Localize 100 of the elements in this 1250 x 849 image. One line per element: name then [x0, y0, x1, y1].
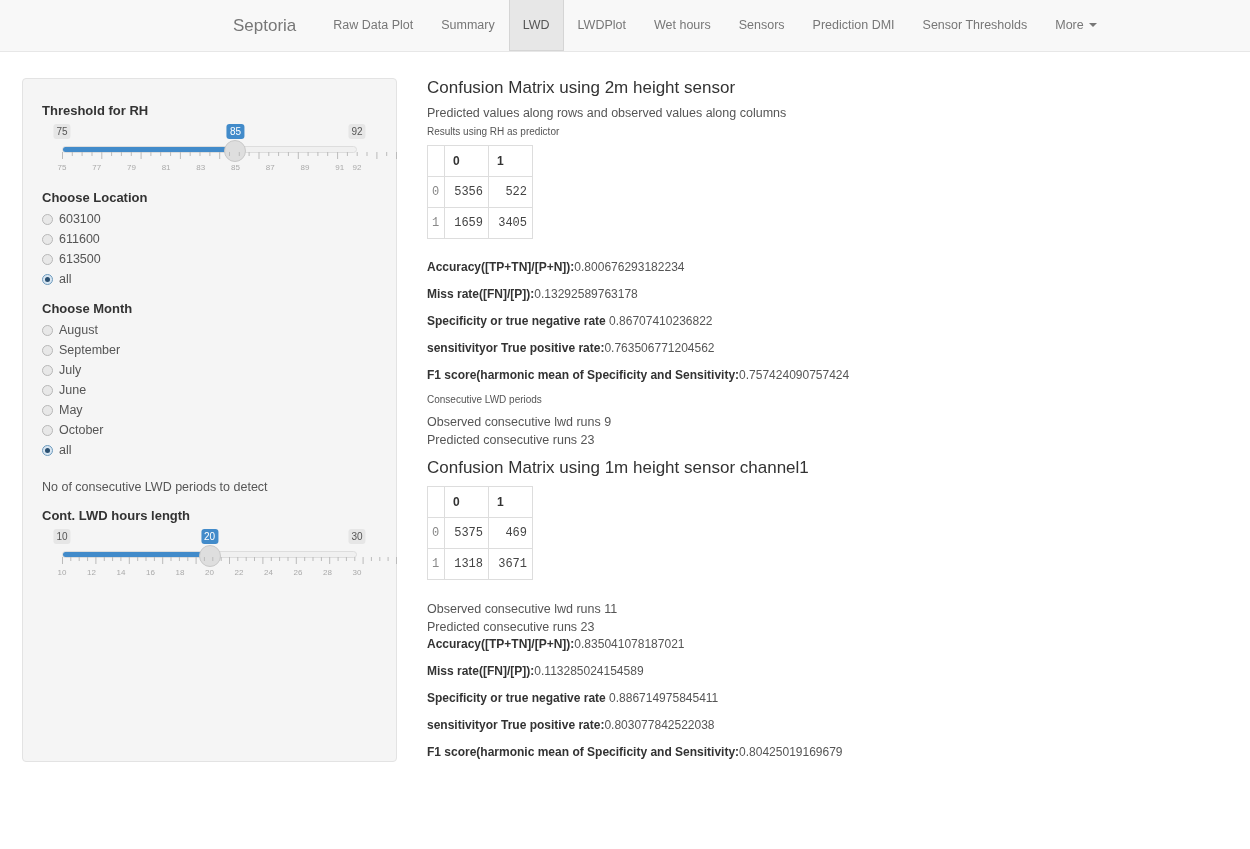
value-label: 20: [200, 529, 219, 544]
tick-label: 30: [352, 568, 362, 577]
radio-button[interactable]: [42, 384, 53, 396]
tick-label: 26: [293, 568, 303, 577]
tick-label: 28: [323, 568, 332, 577]
metric-text: sensitivityor True positive rate:0.763506771204562: [427, 340, 715, 357]
tick-label: 16: [146, 568, 155, 577]
nav-tab[interactable]: Prediction DMI: [798, 0, 909, 51]
tick-label: 10: [57, 568, 67, 577]
table-cell: 3405: [488, 207, 533, 239]
slider-handle[interactable]: [198, 545, 221, 567]
metric-text: F1 score(harmonic mean of Specificity and Sensitivity:0.757424090757424: [427, 367, 850, 384]
radio-button[interactable]: [42, 424, 53, 436]
radio-button[interactable]: [42, 364, 53, 376]
radio-option[interactable]: 603100: [42, 209, 101, 229]
radio-button[interactable]: [42, 344, 53, 356]
metric-text: Specificity or true negative rate 0.886714975845411: [427, 690, 719, 707]
tick-label: 12: [87, 568, 96, 577]
radio-option[interactable]: July: [42, 360, 82, 380]
result-text: Observed consecutive lwd runs 11: [427, 601, 618, 618]
radio-option[interactable]: all: [42, 269, 72, 289]
radio-option[interactable]: 611600: [42, 229, 100, 249]
table-cell: 5375: [444, 517, 489, 549]
radio-option[interactable]: all: [42, 440, 72, 460]
radio-option[interactable]: September: [42, 340, 121, 360]
slider-track[interactable]: [62, 146, 357, 153]
tick-label: 91: [335, 163, 345, 172]
radio-option[interactable]: October: [42, 420, 104, 440]
row-header: 1: [427, 207, 445, 239]
caption-text: Consecutive LWD periods: [427, 394, 542, 405]
table-cell: 5356: [444, 176, 489, 208]
tick-label: 81: [161, 163, 171, 172]
radio-button[interactable]: [42, 213, 53, 225]
nav-tab[interactable]: Sensors: [724, 0, 799, 51]
result-text: Observed consecutive lwd runs 9: [427, 414, 612, 431]
metric-text: Accuracy([TP+TN]/[P+N]):0.800676293182234: [427, 259, 685, 276]
nav-tab[interactable]: LWDPlot: [563, 0, 640, 51]
result-text: Predicted consecutive runs 23: [427, 432, 595, 449]
result-text: Predicted consecutive runs 23: [427, 619, 595, 636]
metric-text: sensitivityor True positive rate:0.803077842522038: [427, 717, 715, 734]
radio-button[interactable]: [42, 444, 53, 456]
nav-tab[interactable]: LWD: [508, 0, 564, 51]
radio-button[interactable]: [42, 233, 53, 245]
nav-tab[interactable]: Summary: [427, 0, 509, 51]
column-header: 0: [444, 145, 489, 177]
caption-text: Results using RH as predictor: [427, 126, 560, 137]
metric-text: Miss rate([FN]/[P]):0.13292589763178: [427, 286, 638, 303]
tick-label: 22: [234, 568, 244, 577]
row-header: 0: [427, 517, 445, 549]
group-label: Choose Month: [42, 301, 133, 316]
column-header: 1: [488, 145, 533, 177]
slider-track[interactable]: [62, 551, 357, 558]
radio-option[interactable]: May: [42, 400, 83, 420]
section-heading: Confusion Matrix using 2m height sensor: [427, 78, 736, 98]
tick-label: 24: [264, 568, 273, 577]
tick-label: 77: [92, 163, 102, 172]
radio-button[interactable]: [42, 273, 53, 285]
nav-tab[interactable]: Sensor Thresholds: [908, 0, 1042, 51]
nav-tab[interactable]: Wet hours: [639, 0, 725, 51]
tick-label: 79: [126, 163, 136, 172]
tick-label: 14: [116, 568, 126, 577]
radio-option[interactable]: 613500: [42, 249, 101, 269]
tick-label: 75: [57, 163, 67, 172]
radio-button[interactable]: [42, 324, 53, 336]
row-header: 0: [427, 176, 445, 208]
value-label: 85: [226, 124, 244, 139]
nav-tab[interactable]: Raw Data Plot: [319, 0, 428, 51]
brand-title[interactable]: Septoria: [218, 0, 312, 51]
tick-label: 89: [300, 163, 310, 172]
min-label: 75: [53, 124, 71, 139]
column-header: 0: [444, 486, 489, 518]
table-cell: 1659: [444, 207, 489, 239]
table-cell: 1318: [444, 548, 489, 580]
radio-option[interactable]: August: [42, 320, 98, 340]
column-header: 1: [488, 486, 533, 518]
description-text: Predicted values along rows and observed values along columns: [427, 106, 787, 120]
table-cell: 469: [488, 517, 533, 549]
slider-label: Threshold for RH: [42, 103, 149, 118]
metric-text: Accuracy([TP+TN]/[P+N]):0.835041078187021: [427, 636, 685, 653]
row-header: 1: [427, 548, 445, 580]
tick-label: 83: [196, 163, 206, 172]
tick-label: 85: [231, 163, 240, 172]
table-cell: 3671: [488, 548, 533, 580]
metric-text: Miss rate([FN]/[P]):0.113285024154589: [427, 663, 644, 680]
table-cell: 522: [488, 176, 533, 208]
radio-button[interactable]: [42, 253, 53, 265]
slider-label: Cont. LWD hours length: [42, 508, 191, 523]
caret-icon: [1088, 23, 1097, 27]
group-label: Choose Location: [42, 190, 148, 205]
tick-label: 87: [265, 163, 275, 172]
radio-option[interactable]: June: [42, 380, 87, 400]
dropdown-menu[interactable]: More: [1041, 0, 1111, 51]
min-label: 10: [53, 529, 71, 544]
radio-button[interactable]: [42, 404, 53, 416]
tick-label: 18: [175, 568, 185, 577]
metric-text: Specificity or true negative rate 0.86707410236822: [427, 313, 713, 330]
section-heading: Confusion Matrix using 1m height sensor channel1: [427, 458, 809, 478]
metric-text: F1 score(harmonic mean of Specificity and Sensitivity:0.80425019169679: [427, 744, 843, 761]
max-label: 30: [348, 529, 366, 544]
slider-handle[interactable]: [224, 140, 247, 162]
